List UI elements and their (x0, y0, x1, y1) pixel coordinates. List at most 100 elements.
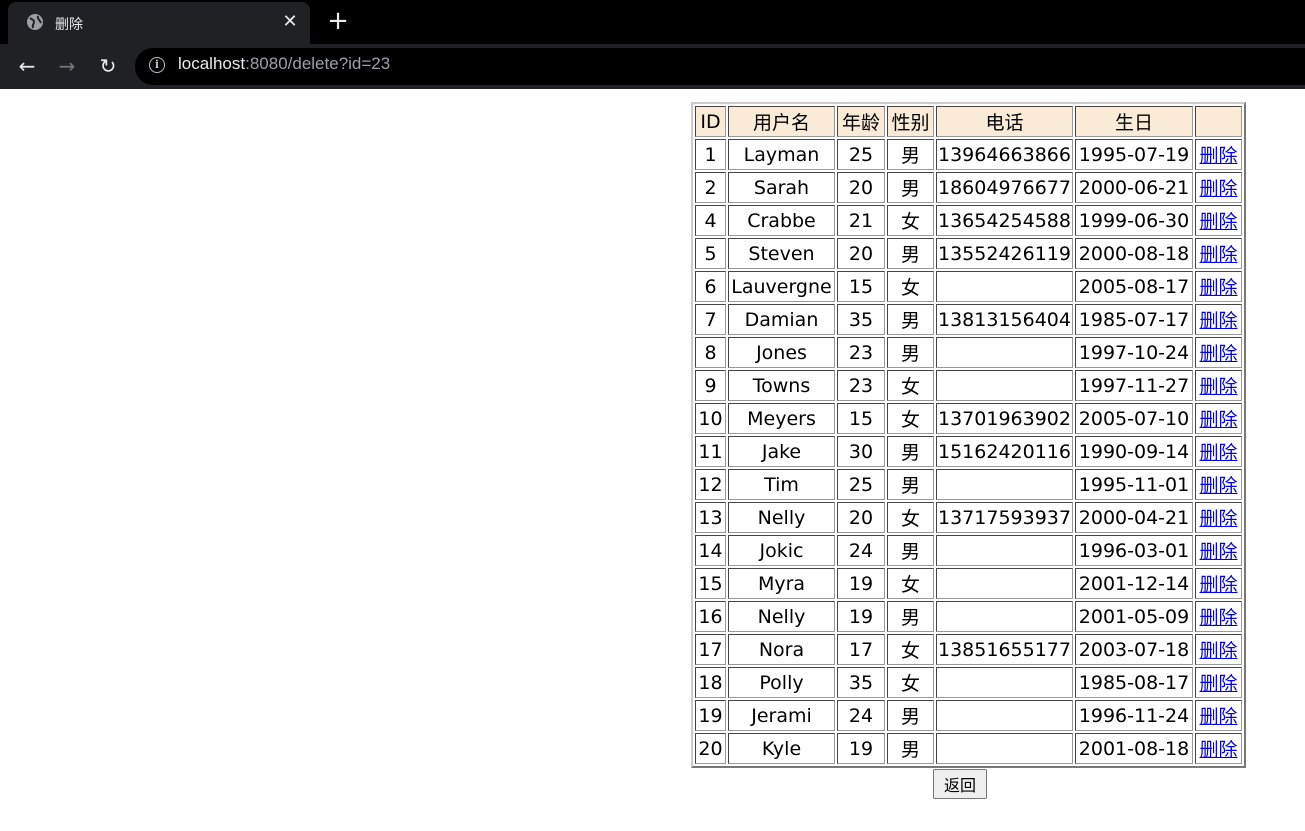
cell-phone (936, 733, 1073, 764)
cell-birthday: 2003-07-18 (1075, 634, 1193, 665)
cell-phone (936, 568, 1073, 599)
table-row: 20 Kyle 19 男 2001-08-18 删除 (695, 733, 1242, 764)
table-row: 14 Jokic 24 男 1996-03-01 删除 (695, 535, 1242, 566)
table-body: 1 Layman 25 男 13964663866 1995-07-19 删除 2 Sarah 2… (695, 139, 1242, 764)
close-icon[interactable]: ✕ (280, 12, 300, 32)
delete-link[interactable]: 删除 (1199, 178, 1237, 200)
delete-link[interactable]: 删除 (1199, 409, 1237, 431)
delete-link[interactable]: 删除 (1199, 607, 1237, 629)
delete-link[interactable]: 删除 (1199, 673, 1237, 695)
cell-phone (936, 535, 1073, 566)
cell-birthday: 1985-08-17 (1075, 667, 1193, 698)
cell-action: 删除 (1195, 271, 1242, 302)
url-host: localhost (178, 54, 246, 73)
url-text[interactable]: localhost:8080/delete?id=23 (178, 54, 390, 74)
cell-id: 13 (695, 502, 726, 533)
delete-link[interactable]: 删除 (1199, 343, 1237, 365)
table-row: 6 Lauvergne 15 女 2005-08-17 删除 (695, 271, 1242, 302)
cell-id: 6 (695, 271, 726, 302)
cell-birthday: 1997-10-24 (1075, 337, 1193, 368)
info-icon[interactable]: i (149, 57, 165, 73)
cell-phone (936, 370, 1073, 401)
cell-age: 21 (837, 205, 885, 236)
page-content: ID 用户名 年龄 性别 电话 生日 1 Layman 25 男 13964663866 1995-… (0, 89, 1305, 831)
cell-username: Sarah (728, 172, 835, 203)
cell-age: 30 (837, 436, 885, 467)
delete-link[interactable]: 删除 (1199, 310, 1237, 332)
cell-phone: 13654254588 (936, 205, 1073, 236)
delete-link[interactable]: 删除 (1199, 475, 1237, 497)
delete-link[interactable]: 删除 (1199, 706, 1237, 728)
cell-username: Meyers (728, 403, 835, 434)
cell-gender: 男 (887, 337, 934, 368)
cell-action: 删除 (1195, 403, 1242, 434)
cell-action: 删除 (1195, 601, 1242, 632)
back-button[interactable]: 返回 (933, 769, 987, 799)
delete-link[interactable]: 删除 (1199, 277, 1237, 299)
cell-phone: 13813156404 (936, 304, 1073, 335)
cell-id: 18 (695, 667, 726, 698)
cell-id: 19 (695, 700, 726, 731)
header-gender: 性别 (887, 106, 934, 137)
cell-age: 20 (837, 502, 885, 533)
delete-link[interactable]: 删除 (1199, 376, 1237, 398)
cell-birthday: 1995-07-19 (1075, 139, 1193, 170)
cell-gender: 男 (887, 139, 934, 170)
delete-link[interactable]: 删除 (1199, 145, 1237, 167)
cell-gender: 女 (887, 205, 934, 236)
back-arrow-icon[interactable]: ← (14, 53, 40, 79)
delete-link[interactable]: 删除 (1199, 442, 1237, 464)
cell-age: 19 (837, 568, 885, 599)
cell-action: 删除 (1195, 304, 1242, 335)
table-row: 15 Myra 19 女 2001-12-14 删除 (695, 568, 1242, 599)
cell-birthday: 1990-09-14 (1075, 436, 1193, 467)
cell-age: 20 (837, 172, 885, 203)
table-row: 4 Crabbe 21 女 13654254588 1999-06-30 删除 (695, 205, 1242, 236)
delete-link[interactable]: 删除 (1199, 211, 1237, 233)
cell-username: Nelly (728, 601, 835, 632)
cell-birthday: 1995-11-01 (1075, 469, 1193, 500)
cell-birthday: 1996-03-01 (1075, 535, 1193, 566)
cell-action: 删除 (1195, 370, 1242, 401)
cell-gender: 女 (887, 502, 934, 533)
cell-birthday: 2000-06-21 (1075, 172, 1193, 203)
cell-action: 删除 (1195, 337, 1242, 368)
cell-action: 删除 (1195, 205, 1242, 236)
table-row: 13 Nelly 20 女 13717593937 2000-04-21 删除 (695, 502, 1242, 533)
cell-gender: 男 (887, 172, 934, 203)
cell-action: 删除 (1195, 172, 1242, 203)
delete-link[interactable]: 删除 (1199, 244, 1237, 266)
cell-birthday: 2001-05-09 (1075, 601, 1193, 632)
table-row: 16 Nelly 19 男 2001-05-09 删除 (695, 601, 1242, 632)
cell-id: 15 (695, 568, 726, 599)
cell-action: 删除 (1195, 238, 1242, 269)
new-tab-button[interactable]: + (326, 8, 350, 34)
delete-link[interactable]: 删除 (1199, 574, 1237, 596)
cell-age: 25 (837, 469, 885, 500)
cell-birthday: 1985-07-17 (1075, 304, 1193, 335)
cell-username: Steven (728, 238, 835, 269)
header-phone: 电话 (936, 106, 1073, 137)
cell-username: Nelly (728, 502, 835, 533)
cell-phone (936, 601, 1073, 632)
header-id: ID (695, 106, 726, 137)
cell-action: 删除 (1195, 733, 1242, 764)
cell-phone: 13552426119 (936, 238, 1073, 269)
cell-phone: 15162420116 (936, 436, 1073, 467)
delete-link[interactable]: 删除 (1199, 508, 1237, 530)
delete-link[interactable]: 删除 (1199, 541, 1237, 563)
header-username: 用户名 (728, 106, 835, 137)
cell-age: 19 (837, 601, 885, 632)
browser-tab[interactable]: 删除 ✕ (8, 2, 310, 44)
cell-age: 23 (837, 370, 885, 401)
delete-link[interactable]: 删除 (1199, 640, 1237, 662)
cell-gender: 男 (887, 304, 934, 335)
cell-username: Jokic (728, 535, 835, 566)
cell-phone: 13851655177 (936, 634, 1073, 665)
reload-icon[interactable]: ↻ (95, 53, 121, 79)
cell-action: 删除 (1195, 139, 1242, 170)
delete-link[interactable]: 删除 (1199, 739, 1237, 761)
cell-username: Crabbe (728, 205, 835, 236)
cell-phone: 13964663866 (936, 139, 1073, 170)
forward-arrow-icon[interactable]: → (54, 53, 80, 79)
